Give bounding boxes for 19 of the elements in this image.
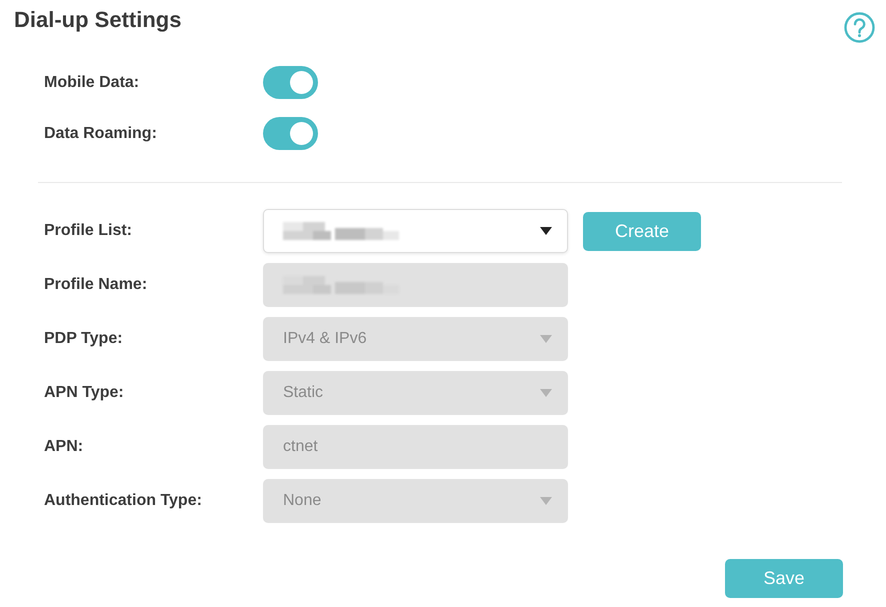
field-label: PDP Type:: [44, 330, 124, 348]
field-label: Profile Name:: [44, 276, 148, 294]
toggle-label: Mobile Data:: [44, 74, 140, 92]
field-label: APN:: [44, 438, 84, 456]
toggle-switch[interactable]: [263, 66, 318, 99]
caret-icon: [540, 335, 552, 343]
field-label: APN Type:: [44, 384, 125, 402]
caret-icon: [540, 227, 552, 235]
caret-icon: [540, 389, 552, 397]
caret-icon: [540, 497, 552, 505]
field-label: Authentication Type:: [44, 492, 203, 510]
create-button[interactable]: Create: [583, 212, 701, 250]
help-icon[interactable]: [844, 12, 875, 43]
field-label: Profile List:: [44, 222, 134, 240]
toggle-switch[interactable]: [263, 117, 318, 150]
page-title: Dial-up Settings: [14, 8, 182, 32]
toggle-label: Data Roaming:: [44, 124, 158, 142]
dropdown-field[interactable]: [263, 209, 568, 253]
save-button[interactable]: Save: [725, 559, 843, 598]
